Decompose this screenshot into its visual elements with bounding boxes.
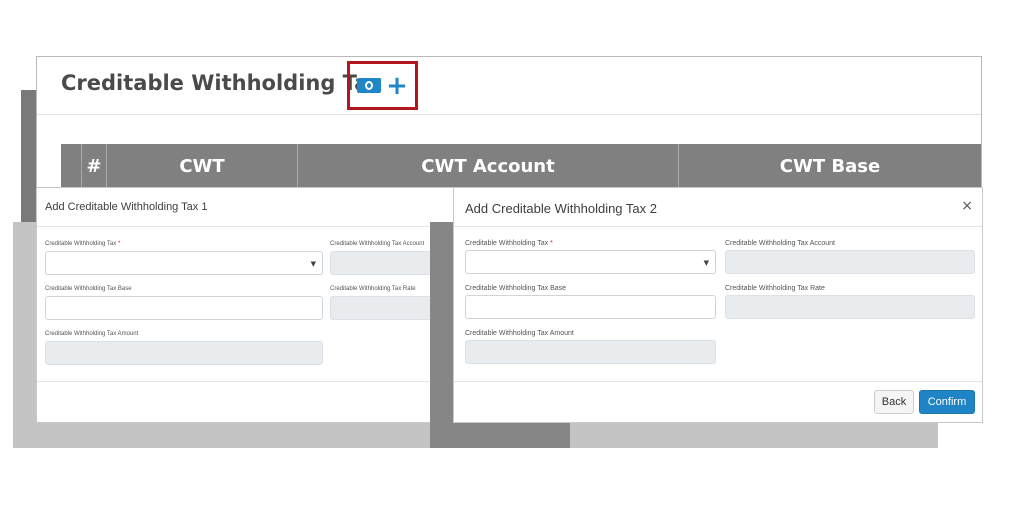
page-title: Creditable Withholding Tax [61, 71, 383, 95]
cwt-account-field [725, 250, 975, 274]
divider [37, 226, 455, 227]
add-cwt-dialog-2: Add Creditable Withholding Tax 2 × Credi… [453, 187, 983, 423]
required-marker: * [117, 241, 121, 247]
cwt-account-label: Creditable Withholding Tax Account [330, 241, 425, 247]
cwt-amount-label: Creditable Withholding Tax Amount [465, 330, 574, 337]
cwt-account-label: Creditable Withholding Tax Account [725, 240, 835, 247]
caret-down-icon: ▼ [310, 260, 316, 268]
dialog-title: Add Creditable Withholding Tax 1 [45, 201, 208, 213]
cwt-rate-field [725, 295, 975, 319]
cwt-amount-field [45, 341, 323, 365]
column-header-number: # [82, 144, 107, 188]
column-header-cwt-base: CWT Base [779, 155, 881, 177]
divider [37, 381, 455, 382]
money-icon[interactable] [357, 78, 382, 93]
divider [454, 226, 982, 227]
cwt-label: Creditable Withholding Tax * [45, 241, 121, 247]
cwt-select[interactable]: ▼ [45, 251, 323, 275]
cwt-select[interactable]: ▼ [465, 250, 716, 274]
close-icon[interactable]: × [961, 198, 973, 214]
column-header-select [61, 144, 82, 188]
plus-icon[interactable]: + [386, 73, 408, 99]
column-header-cwt: CWT [107, 144, 298, 188]
add-cwt-highlight: + [347, 61, 418, 110]
cwt-amount-field [465, 340, 716, 364]
add-cwt-dialog-1: Add Creditable Withholding Tax 1 Credita… [36, 187, 456, 423]
cwt-base-input[interactable] [465, 295, 716, 319]
cwt-base-label: Creditable Withholding Tax Base [465, 285, 567, 292]
divider [454, 381, 982, 382]
divider [37, 114, 981, 115]
cwt-amount-label: Creditable Withholding Tax Amount [45, 331, 139, 337]
cwt-label: Creditable Withholding Tax * [465, 240, 553, 247]
table-header: # CWT CWT Account CWT Base [61, 144, 981, 188]
back-button[interactable]: Back [874, 390, 914, 414]
required-marker: * [550, 240, 553, 247]
caret-down-icon: ▼ [703, 259, 709, 267]
cwt-base-input[interactable] [45, 296, 323, 320]
cwt-base-label: Creditable Withholding Tax Base [45, 286, 132, 292]
backdrop-shadow [570, 422, 938, 448]
column-header-cwt-account: CWT Account [298, 144, 679, 188]
cwt-rate-label: Creditable Withholding Tax Rate [330, 286, 416, 292]
cwt-rate-label: Creditable Withholding Tax Rate [725, 285, 825, 292]
confirm-button[interactable]: Confirm [919, 390, 975, 414]
dialog-title: Add Creditable Withholding Tax 2 [465, 201, 657, 216]
